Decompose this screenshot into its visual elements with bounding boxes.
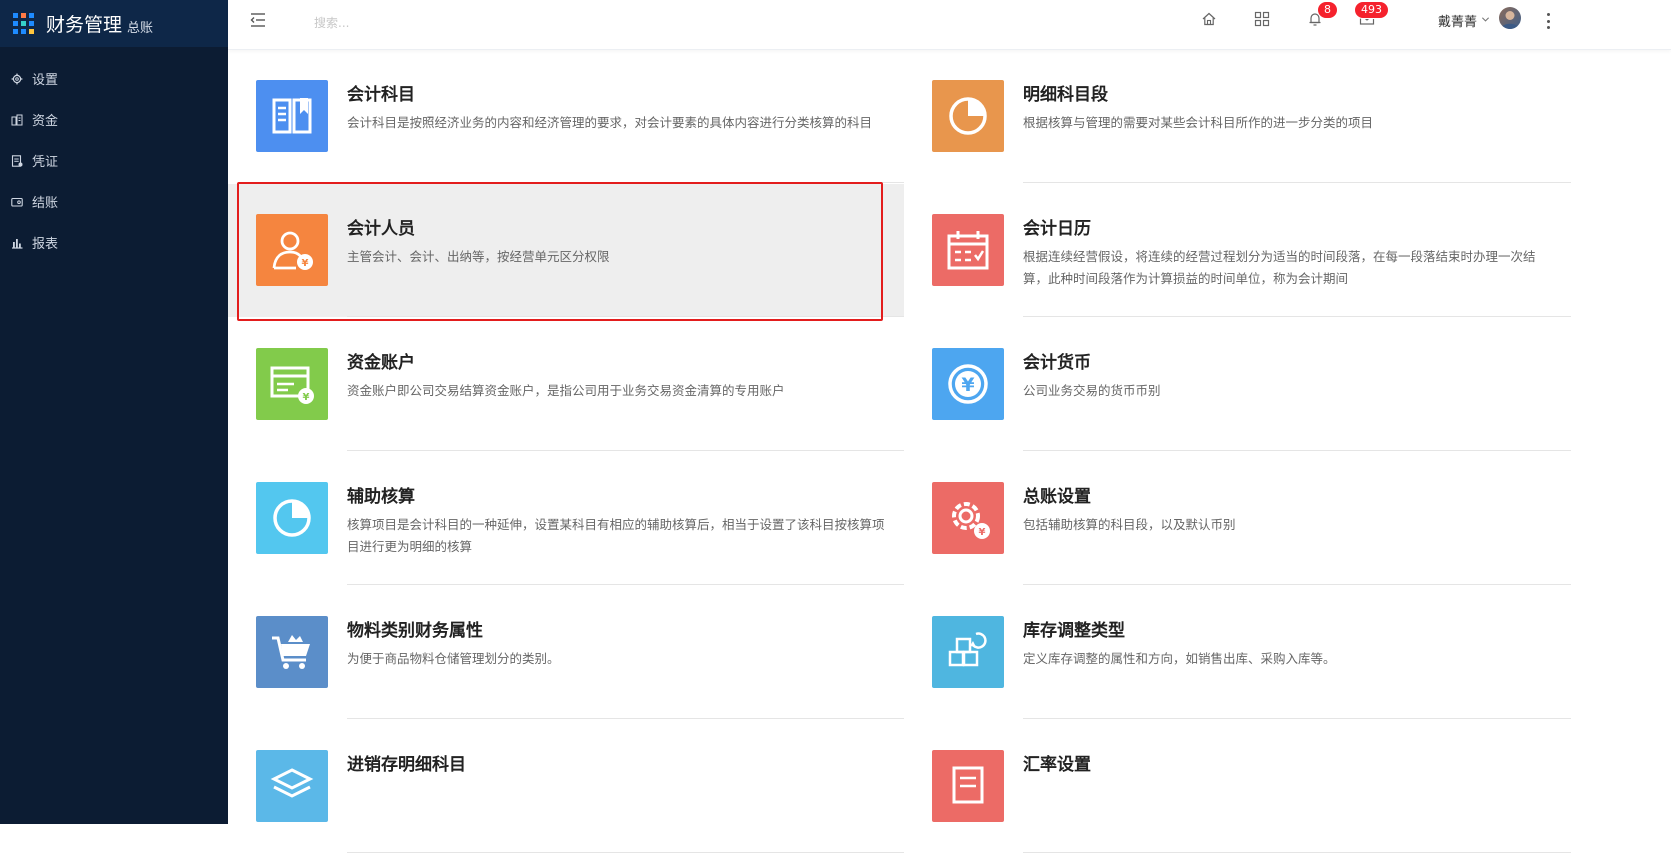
- brand-header: 财务管理 总账: [0, 0, 228, 47]
- message-count-badge: 493: [1354, 1, 1389, 19]
- card-title: 会计日历: [1023, 219, 1091, 239]
- card-title: 会计人员: [347, 219, 415, 239]
- app-title: 财务管理: [46, 14, 123, 36]
- home-icon[interactable]: [1201, 11, 1217, 27]
- pie-chart-icon: [256, 482, 328, 554]
- pie-chart-icon: [932, 80, 1004, 152]
- card-description: 公司业务交易的货币币别: [1023, 383, 1161, 398]
- ledger-icon: [11, 114, 23, 126]
- sidebar-item-label: 结账: [32, 196, 59, 211]
- card-title: 物料类别财务属性: [347, 621, 483, 641]
- card-title: 辅助核算: [347, 487, 415, 507]
- card-divider: [347, 584, 904, 585]
- card-title: 会计科目: [347, 85, 415, 105]
- card-yen-icon: ¥: [256, 348, 328, 420]
- card-title: 总账设置: [1023, 487, 1091, 507]
- setting-card[interactable]: 会计日历根据连续经营假设，将连续的经营过程划分为适当的时间段落，在每一段落结束时…: [904, 184, 1571, 317]
- bar-chart-icon: [11, 237, 23, 249]
- card-title: 明细科目段: [1023, 85, 1108, 105]
- voucher-icon: [11, 154, 23, 167]
- search-input[interactable]: [312, 12, 616, 34]
- setting-card[interactable]: 辅助核算核算项目是会计科目的一种延伸，设置某科目有相应的辅助核算后，相当于设置了…: [228, 452, 904, 585]
- svg-text:¥: ¥: [979, 527, 986, 538]
- settings-grid: 会计科目会计科目是按照经济业务的内容和经济管理的要求，对会计要素的具体内容进行分…: [228, 50, 1671, 853]
- sidebar-item-label: 资金: [32, 114, 59, 129]
- boxes-icon: [932, 616, 1004, 688]
- card-title: 汇率设置: [1023, 755, 1091, 775]
- app-subtitle: 总账: [127, 20, 154, 36]
- gear-yen-icon: ¥: [932, 482, 1004, 554]
- avatar[interactable]: [1499, 7, 1521, 29]
- sidebar-item-funds[interactable]: 资金: [0, 99, 228, 140]
- setting-card[interactable]: 会计科目会计科目是按照经济业务的内容和经济管理的要求，对会计要素的具体内容进行分…: [228, 50, 904, 183]
- card-description: 根据连续经营假设，将连续的经营过程划分为适当的时间段落，在每一段落结束时办理一次…: [1023, 249, 1536, 286]
- card-description: 为便于商品物料仓储管理划分的类别。: [347, 651, 560, 666]
- card-divider: [1023, 316, 1571, 317]
- card-description: 核算项目是会计科目的一种延伸，设置某科目有相应的辅助核算后，相当于设置了该科目按…: [347, 517, 885, 554]
- card-description: 包括辅助核算的科目段，以及默认币别: [1023, 517, 1236, 532]
- card-description: 定义库存调整的属性和方向，如销售出库、采购入库等。: [1023, 651, 1336, 666]
- sidebar-menu: 设置 资金 凭证 结账 报表: [0, 58, 228, 263]
- sidebar: 财务管理 总账 设置 资金 凭证 结账 报表: [0, 0, 228, 824]
- card-divider: [1023, 182, 1571, 183]
- setting-card[interactable]: ¥ 会计货币公司业务交易的货币币别: [904, 318, 1571, 451]
- setting-card[interactable]: ¥ 总账设置包括辅助核算的科目段，以及默认币别: [904, 452, 1571, 585]
- yen-coin-icon: ¥: [932, 348, 1004, 420]
- sidebar-item-closing[interactable]: 结账: [0, 181, 228, 222]
- cart-icon: [256, 616, 328, 688]
- card-title: 库存调整类型: [1023, 621, 1125, 641]
- setting-card[interactable]: 明细科目段根据核算与管理的需要对某些会计科目所作的进一步分类的项目: [904, 50, 1571, 183]
- notification-count-badge: 8: [1317, 1, 1338, 19]
- setting-card[interactable]: 库存调整类型定义库存调整的属性和方向，如销售出库、采购入库等。: [904, 586, 1571, 719]
- sidebar-item-label: 凭证: [32, 155, 59, 170]
- user-name: 戴菁菁: [1438, 15, 1478, 30]
- card-description: 资金账户即公司交易结算资金账户，是指公司用于业务交易资金清算的专用账户: [347, 383, 785, 398]
- card-divider: [347, 182, 904, 183]
- more-vertical-icon[interactable]: [1547, 13, 1551, 29]
- sidebar-item-voucher[interactable]: 凭证: [0, 140, 228, 181]
- card-divider: [1023, 450, 1571, 451]
- card-divider: [1023, 718, 1571, 719]
- svg-text:¥: ¥: [302, 258, 309, 269]
- wallet-icon: [11, 196, 23, 208]
- mail-icon[interactable]: 493: [1354, 1, 1389, 27]
- card-divider: [347, 450, 904, 451]
- setting-card[interactable]: ¥ 会计人员主管会计、会计、出纳等，按经营单元区分权限: [228, 184, 904, 317]
- notification-bell-icon[interactable]: 8: [1307, 1, 1338, 27]
- card-description: 根据核算与管理的需要对某些会计科目所作的进一步分类的项目: [1023, 115, 1374, 130]
- card-divider: [347, 316, 904, 317]
- chevron-down-icon: [1481, 15, 1490, 27]
- gear-icon: [11, 73, 23, 85]
- book-icon: [256, 80, 328, 152]
- app-grid-icon[interactable]: [13, 13, 34, 34]
- accountant-icon: ¥: [256, 214, 328, 286]
- card-title: 会计货币: [1023, 353, 1091, 373]
- svg-text:¥: ¥: [303, 392, 310, 403]
- calendar-icon: [932, 214, 1004, 286]
- sidebar-item-label: 报表: [32, 237, 59, 252]
- svg-text:¥: ¥: [961, 374, 974, 396]
- card-description: 会计科目是按照经济业务的内容和经济管理的要求，对会计要素的具体内容进行分类核算的…: [347, 115, 873, 130]
- user-menu[interactable]: 戴菁菁: [1438, 11, 1490, 30]
- sidebar-item-settings[interactable]: 设置: [0, 58, 228, 99]
- card-title: 进销存明细科目: [347, 755, 466, 775]
- menu-collapse-icon[interactable]: [249, 11, 267, 29]
- card-description: 主管会计、会计、出纳等，按经营单元区分权限: [347, 249, 610, 264]
- exchange-icon: [932, 750, 1004, 822]
- setting-card[interactable]: 进销存明细科目: [228, 720, 904, 853]
- card-divider: [347, 718, 904, 719]
- card-divider: [1023, 584, 1571, 585]
- card-title: 资金账户: [347, 353, 415, 373]
- apps-grid-icon[interactable]: [1254, 11, 1270, 27]
- sidebar-item-label: 设置: [32, 73, 59, 88]
- setting-card[interactable]: ¥ 资金账户资金账户即公司交易结算资金账户，是指公司用于业务交易资金清算的专用账户: [228, 318, 904, 451]
- stack-icon: [256, 750, 328, 822]
- sidebar-item-reports[interactable]: 报表: [0, 222, 228, 263]
- top-bar: 8 493 戴菁菁: [228, 0, 1671, 50]
- setting-card[interactable]: 物料类别财务属性为便于商品物料仓储管理划分的类别。: [228, 586, 904, 719]
- setting-card[interactable]: 汇率设置: [904, 720, 1571, 853]
